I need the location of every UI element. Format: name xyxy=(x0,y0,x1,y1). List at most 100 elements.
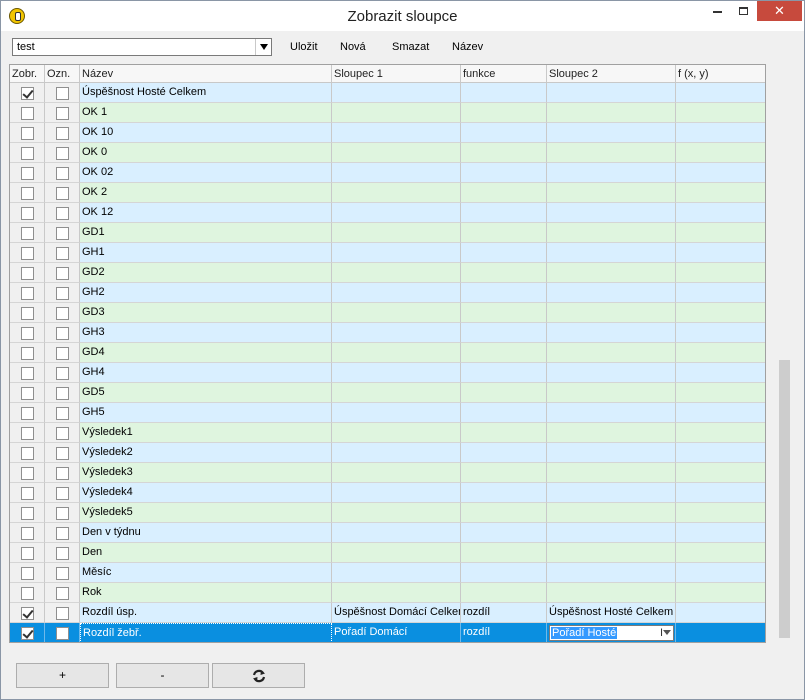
mark-cell[interactable] xyxy=(45,183,80,203)
mark-cell[interactable] xyxy=(45,103,80,123)
column2-cell[interactable] xyxy=(547,323,676,343)
show-checkbox[interactable] xyxy=(21,167,34,180)
mark-checkbox[interactable] xyxy=(56,167,69,180)
mark-checkbox[interactable] xyxy=(56,587,69,600)
mark-checkbox[interactable] xyxy=(56,467,69,480)
vertical-scrollbar[interactable] xyxy=(777,64,794,643)
show-checkbox[interactable] xyxy=(21,227,34,240)
mark-cell[interactable] xyxy=(45,383,80,403)
show-checkbox[interactable] xyxy=(21,87,34,100)
fxy-cell[interactable] xyxy=(676,243,765,263)
column1-cell[interactable] xyxy=(332,423,461,443)
table-row[interactable]: OK 10 xyxy=(10,123,765,143)
table-row[interactable]: OK 2 xyxy=(10,183,765,203)
mark-checkbox[interactable] xyxy=(56,307,69,320)
function-cell[interactable] xyxy=(461,563,547,583)
column2-cell[interactable] xyxy=(547,283,676,303)
show-cell[interactable] xyxy=(10,183,45,203)
show-cell[interactable] xyxy=(10,503,45,523)
header-column2[interactable]: Sloupec 2 xyxy=(547,65,676,82)
column1-cell[interactable] xyxy=(332,143,461,163)
fxy-cell[interactable] xyxy=(676,523,765,543)
function-cell[interactable] xyxy=(461,343,547,363)
column1-cell[interactable] xyxy=(332,443,461,463)
show-cell[interactable] xyxy=(10,223,45,243)
close-button[interactable]: ✕ xyxy=(757,1,802,21)
mark-cell[interactable] xyxy=(45,363,80,383)
column2-cell[interactable]: Úspěšnost Hosté Celkem xyxy=(547,603,676,623)
name-cell[interactable]: GD5 xyxy=(80,383,332,403)
function-cell[interactable] xyxy=(461,463,547,483)
mark-checkbox[interactable] xyxy=(56,387,69,400)
column1-cell[interactable] xyxy=(332,523,461,543)
show-cell[interactable] xyxy=(10,483,45,503)
function-cell[interactable] xyxy=(461,503,547,523)
mark-cell[interactable] xyxy=(45,83,80,103)
fxy-cell[interactable] xyxy=(676,563,765,583)
show-cell[interactable] xyxy=(10,423,45,443)
show-checkbox[interactable] xyxy=(21,627,34,640)
show-cell[interactable] xyxy=(10,603,45,623)
function-cell[interactable] xyxy=(461,143,547,163)
show-cell[interactable] xyxy=(10,83,45,103)
name-cell[interactable]: Rok xyxy=(80,583,332,603)
mark-checkbox[interactable] xyxy=(56,347,69,360)
column1-cell[interactable] xyxy=(332,343,461,363)
column1-cell[interactable] xyxy=(332,563,461,583)
column2-cell[interactable] xyxy=(547,163,676,183)
function-cell[interactable] xyxy=(461,303,547,323)
mark-checkbox[interactable] xyxy=(56,607,69,620)
header-function[interactable]: funkce xyxy=(461,65,547,82)
maximize-button[interactable] xyxy=(729,1,757,21)
function-cell[interactable]: rozdíl xyxy=(461,603,547,623)
show-checkbox[interactable] xyxy=(21,147,34,160)
column2-cell[interactable] xyxy=(547,383,676,403)
mark-cell[interactable] xyxy=(45,583,80,603)
header-show[interactable]: Zobr. xyxy=(10,65,45,82)
table-row[interactable]: Rozdíl žebř. Pořadí Domácí rozdíl Pořadí Ho… xyxy=(10,623,765,642)
fxy-cell[interactable] xyxy=(676,423,765,443)
mark-cell[interactable] xyxy=(45,123,80,143)
header-name[interactable]: Název xyxy=(80,65,332,82)
column1-cell[interactable] xyxy=(332,583,461,603)
fxy-cell[interactable] xyxy=(676,343,765,363)
name-cell[interactable]: Výsledek3 xyxy=(80,463,332,483)
show-cell[interactable] xyxy=(10,343,45,363)
name-cell[interactable]: Den v týdnu xyxy=(80,523,332,543)
function-cell[interactable] xyxy=(461,443,547,463)
fxy-cell[interactable] xyxy=(676,623,765,642)
show-checkbox[interactable] xyxy=(21,367,34,380)
show-checkbox[interactable] xyxy=(21,387,34,400)
show-cell[interactable] xyxy=(10,163,45,183)
column2-cell[interactable] xyxy=(547,403,676,423)
fxy-cell[interactable] xyxy=(676,203,765,223)
mark-cell[interactable] xyxy=(45,223,80,243)
function-cell[interactable] xyxy=(461,123,547,143)
name-cell[interactable]: Výsledek1 xyxy=(80,423,332,443)
column1-cell[interactable] xyxy=(332,163,461,183)
name-cell[interactable]: OK 02 xyxy=(80,163,332,183)
save-button[interactable]: Uložit xyxy=(290,41,318,53)
column2-cell[interactable] xyxy=(547,523,676,543)
scrollbar-thumb[interactable] xyxy=(779,360,790,638)
table-row[interactable]: OK 02 xyxy=(10,163,765,183)
column2-cell[interactable] xyxy=(547,463,676,483)
table-row[interactable]: Výsledek3 xyxy=(10,463,765,483)
name-cell[interactable]: GD1 xyxy=(80,223,332,243)
show-checkbox[interactable] xyxy=(21,247,34,260)
column1-cell[interactable] xyxy=(332,123,461,143)
function-cell[interactable] xyxy=(461,363,547,383)
table-row[interactable]: Výsledek2 xyxy=(10,443,765,463)
mark-cell[interactable] xyxy=(45,463,80,483)
column1-cell[interactable] xyxy=(332,403,461,423)
table-row[interactable]: Úspěšnost Hosté Celkem xyxy=(10,83,765,103)
column1-cell[interactable] xyxy=(332,243,461,263)
refresh-button[interactable] xyxy=(212,663,305,688)
column1-cell[interactable]: Pořadí Domácí xyxy=(332,623,461,642)
column1-cell[interactable] xyxy=(332,223,461,243)
chevron-down-icon[interactable] xyxy=(255,39,271,55)
name-cell[interactable]: GD3 xyxy=(80,303,332,323)
show-checkbox[interactable] xyxy=(21,327,34,340)
mark-cell[interactable] xyxy=(45,543,80,563)
fxy-cell[interactable] xyxy=(676,603,765,623)
